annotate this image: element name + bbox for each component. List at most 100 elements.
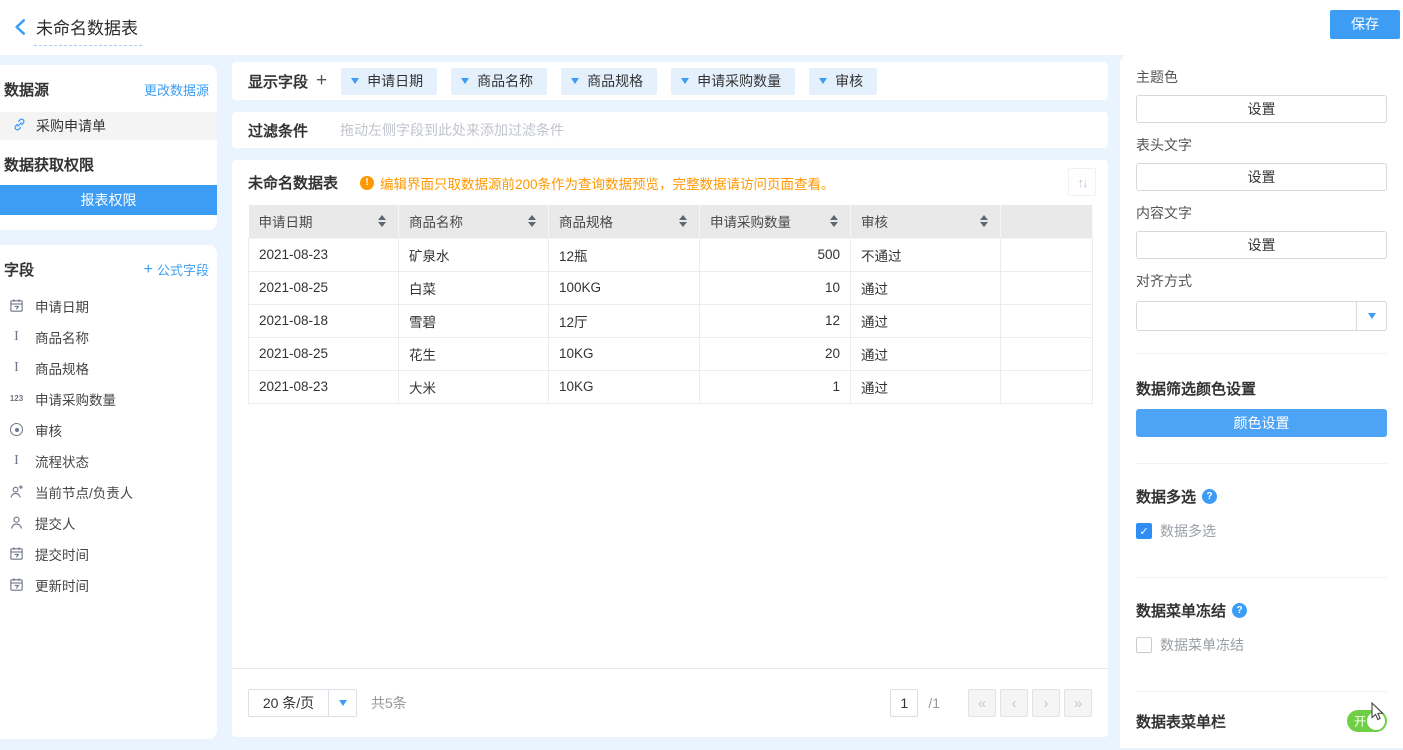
divider	[1136, 691, 1387, 692]
display-field-chip[interactable]: 申请采购数量	[671, 68, 795, 95]
back-icon[interactable]	[10, 16, 32, 38]
chip-label: 申请采购数量	[697, 71, 781, 91]
person-icon	[8, 515, 25, 530]
column-label: 商品名称	[409, 211, 463, 231]
color-settings-button[interactable]: 颜色设置	[1136, 409, 1387, 437]
table-cell: 通过	[851, 370, 1001, 403]
add-display-field-button[interactable]: +	[316, 70, 327, 92]
divider	[1136, 353, 1387, 354]
header-text-set-button[interactable]: 设置	[1136, 163, 1387, 191]
chevron-down-icon	[461, 78, 469, 84]
field-item[interactable]: I商品名称	[0, 321, 217, 352]
field-item[interactable]: I商品规格	[0, 352, 217, 383]
datasource-panel: 数据源 更改数据源 采购申请单 数据获取权限 报表权限	[0, 65, 217, 230]
field-label: 商品规格	[35, 358, 89, 378]
question-icon[interactable]: ?	[1232, 603, 1247, 618]
sort-carets-icon[interactable]	[679, 215, 687, 227]
table-card: 未命名数据表 ! 编辑界面只取数据源前200条作为查询数据预览，完整数据请访问页…	[232, 160, 1108, 737]
table-menu-title: 数据表菜单栏	[1136, 711, 1226, 732]
field-item[interactable]: 当前节点/负责人	[0, 476, 217, 507]
datasource-title: 数据源	[4, 79, 49, 100]
table-header-row: 申请日期商品名称 商品规格申请采购数量 审核	[249, 205, 1093, 238]
table-row[interactable]: 2021-08-18雪碧12厅12通过	[249, 304, 1093, 337]
save-button[interactable]: 保存	[1330, 10, 1400, 39]
table-cell: 大米	[399, 370, 549, 403]
alignment-select[interactable]	[1136, 301, 1387, 331]
column-label: 申请采购数量	[710, 211, 791, 231]
column-header[interactable]: 商品规格	[549, 205, 700, 238]
table-cell-empty	[1001, 304, 1093, 337]
field-label: 提交人	[35, 513, 76, 533]
display-field-chip[interactable]: 商品规格	[561, 68, 657, 95]
table-cell: 不通过	[851, 238, 1001, 271]
sort-order-button[interactable]: ↑↓	[1068, 168, 1096, 196]
table-row[interactable]: 2021-08-23矿泉水12瓶500不通过	[249, 238, 1093, 271]
table-cell: 通过	[851, 337, 1001, 370]
column-header[interactable]: 商品名称	[399, 205, 549, 238]
column-label: 审核	[861, 211, 888, 231]
multi-select-option[interactable]: ✓ 数据多选	[1136, 521, 1387, 541]
sort-carets-icon[interactable]	[830, 215, 838, 227]
question-icon[interactable]: ?	[1202, 489, 1217, 504]
table-menu-toggle[interactable]: 开	[1347, 710, 1387, 732]
table-row[interactable]: 2021-08-25白菜100KG10通过	[249, 271, 1093, 304]
topbar: 未命名数据表 保存	[0, 0, 1403, 55]
field-item[interactable]: 审核	[0, 414, 217, 445]
total-pages: /1	[928, 695, 940, 711]
table-cell: 12厅	[549, 304, 700, 337]
column-header[interactable]: 审核	[851, 205, 1001, 238]
theme-color-set-button[interactable]: 设置	[1136, 95, 1387, 123]
content-text-label: 内容文字	[1136, 203, 1387, 223]
alignment-label: 对齐方式	[1136, 271, 1387, 291]
settings-panel: 主题色 设置 表头文字 设置 内容文字 设置 对齐方式 数据筛选颜色设置 颜色设…	[1120, 55, 1403, 748]
filter-dropzone[interactable]: 拖动左侧字段到此处来添加过滤条件	[340, 120, 564, 140]
info-icon: !	[360, 176, 374, 190]
fields-title: 字段	[4, 259, 34, 280]
add-action-menu-link[interactable]: + 添加操作菜单	[1136, 746, 1387, 748]
table-row[interactable]: 2021-08-25花生10KG20通过	[249, 337, 1093, 370]
multi-select-checkbox[interactable]: ✓	[1136, 523, 1152, 539]
field-label: 申请日期	[35, 296, 89, 316]
first-page-button[interactable]: «	[968, 689, 996, 717]
report-permission-button[interactable]: 报表权限	[0, 185, 217, 215]
field-item[interactable]: 提交人	[0, 507, 217, 538]
field-item[interactable]: 更新时间	[0, 569, 217, 600]
prev-page-button[interactable]: ‹	[1000, 689, 1028, 717]
add-formula-field-link[interactable]: + 公式字段	[144, 260, 209, 279]
change-datasource-link[interactable]: 更改数据源	[144, 80, 209, 99]
last-page-button[interactable]: »	[1064, 689, 1092, 717]
field-item[interactable]: I流程状态	[0, 445, 217, 476]
datasource-item[interactable]: 采购申请单	[0, 112, 217, 140]
field-item[interactable]: 提交时间	[0, 538, 217, 569]
column-header[interactable]: 申请日期	[249, 205, 399, 238]
current-page-input[interactable]: 1	[890, 689, 918, 717]
link-icon	[12, 117, 27, 135]
display-field-chip[interactable]: 申请日期	[341, 68, 437, 95]
sort-carets-icon[interactable]	[980, 215, 988, 227]
menu-freeze-option[interactable]: 数据菜单冻结	[1136, 635, 1387, 655]
table-cell: 10	[700, 271, 851, 304]
table-cell: 2021-08-18	[249, 304, 399, 337]
table-cell: 矿泉水	[399, 238, 549, 271]
display-fields-bar: 显示字段 + 申请日期商品名称商品规格申请采购数量审核	[232, 62, 1108, 100]
table-row[interactable]: 2021-08-23大米10KG1通过	[249, 370, 1093, 403]
content-text-set-button[interactable]: 设置	[1136, 231, 1387, 259]
menu-freeze-checkbox[interactable]	[1136, 637, 1152, 653]
table-cell: 500	[700, 238, 851, 271]
display-field-chip[interactable]: 审核	[809, 68, 877, 95]
filter-color-title: 数据筛选颜色设置	[1136, 378, 1387, 399]
permission-title: 数据获取权限	[0, 140, 217, 175]
page-title[interactable]: 未命名数据表	[34, 14, 142, 46]
column-header[interactable]: 申请采购数量	[700, 205, 851, 238]
number-icon: 123	[8, 394, 25, 403]
page-size-select[interactable]: 20 条/页	[248, 689, 357, 717]
field-item[interactable]: 123申请采购数量	[0, 383, 217, 414]
table-cell: 雪碧	[399, 304, 549, 337]
sort-carets-icon[interactable]	[528, 215, 536, 227]
display-field-chip[interactable]: 商品名称	[451, 68, 547, 95]
chevron-down-icon	[351, 78, 359, 84]
sort-carets-icon[interactable]	[378, 215, 386, 227]
field-item[interactable]: 申请日期	[0, 290, 217, 321]
field-list: 申请日期I商品名称I商品规格123申请采购数量审核I流程状态当前节点/负责人提交…	[0, 290, 217, 600]
next-page-button[interactable]: ›	[1032, 689, 1060, 717]
